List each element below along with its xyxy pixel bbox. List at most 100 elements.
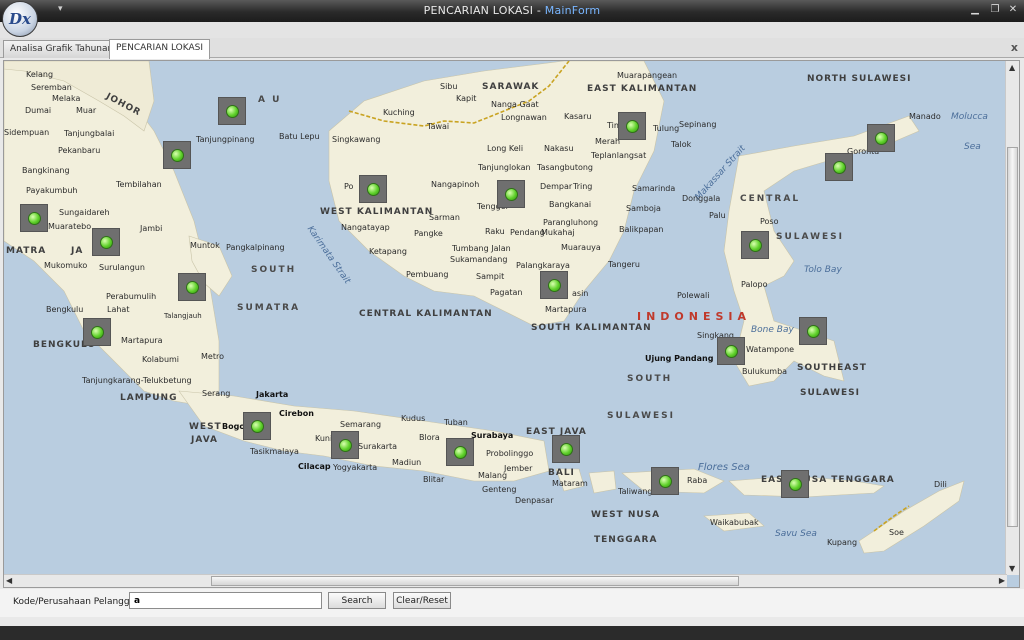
- map-label: TENGGARA: [594, 535, 658, 545]
- location-marker[interactable]: [243, 412, 271, 440]
- city-label: Long Keli: [487, 144, 524, 153]
- city-label: Tembilahan: [116, 180, 162, 189]
- scroll-left-icon[interactable]: ◀: [6, 576, 12, 585]
- location-marker[interactable]: [163, 141, 191, 169]
- location-marker[interactable]: [867, 124, 895, 152]
- city-label: Mukahaj: [541, 228, 575, 237]
- location-marker[interactable]: [717, 337, 745, 365]
- location-marker[interactable]: [618, 112, 646, 140]
- city-label: Nangapinoh: [431, 180, 480, 189]
- sea-label: Batu Lepu: [279, 132, 320, 141]
- map-land-layer: [4, 61, 965, 554]
- city-label: Melaka: [52, 94, 81, 103]
- city-label: Dempar: [540, 182, 573, 191]
- search-panel: Kode/Perusahaan Pelanggan Search Clear/R…: [0, 589, 1024, 617]
- city-label: Tawai: [427, 122, 450, 131]
- city-label: Palangkaraya: [516, 261, 570, 270]
- location-marker[interactable]: [178, 273, 206, 301]
- marker-dot-icon: [226, 105, 239, 118]
- location-marker[interactable]: [83, 318, 111, 346]
- tab-close-icon[interactable]: x: [1011, 41, 1018, 54]
- city-label: Raba: [687, 476, 708, 485]
- sea-label: Bone Bay: [751, 325, 794, 335]
- vertical-scrollbar[interactable]: ▲ ▼: [1005, 61, 1019, 575]
- map-label: CENTRAL KALIMANTAN: [359, 309, 493, 319]
- marker-dot-icon: [91, 326, 104, 339]
- sea-label: Savu Sea: [775, 529, 817, 539]
- search-button[interactable]: Search: [328, 592, 386, 609]
- marker-dot-icon: [28, 212, 41, 225]
- map-label: LAMPUNG: [120, 393, 178, 403]
- location-marker[interactable]: [446, 438, 474, 466]
- city-label: Jember: [504, 464, 533, 473]
- location-marker[interactable]: [781, 470, 809, 498]
- minimize-icon[interactable]: ▁: [968, 4, 982, 16]
- city-label: Kapit: [456, 94, 477, 103]
- city-label: Donggala: [682, 194, 721, 203]
- location-marker[interactable]: [799, 317, 827, 345]
- horizontal-scrollbar[interactable]: ◀ ▶: [4, 574, 1007, 587]
- city-label: Kolabumi: [142, 355, 180, 364]
- city-label: Sarman: [429, 213, 460, 222]
- city-label: Waikabubak: [710, 518, 759, 527]
- city-label: Po: [344, 182, 354, 191]
- location-marker[interactable]: [497, 180, 525, 208]
- location-marker[interactable]: [218, 97, 246, 125]
- city-label: Muarapangean: [617, 71, 678, 80]
- location-marker[interactable]: [540, 271, 568, 299]
- city-label: Bangkanai: [549, 200, 592, 209]
- city-label: Payakumbuh: [26, 186, 78, 195]
- clear-reset-button[interactable]: Clear/Reset: [393, 592, 451, 609]
- horizontal-scroll-thumb[interactable]: [211, 576, 739, 586]
- city-label: Kuching: [383, 108, 415, 117]
- map-label: EAST KALIMANTAN: [587, 84, 698, 94]
- city-label: Seremban: [31, 83, 72, 92]
- location-marker[interactable]: [825, 153, 853, 181]
- location-marker[interactable]: [741, 231, 769, 259]
- map-label: JAVA: [191, 435, 219, 445]
- location-marker[interactable]: [359, 175, 387, 203]
- location-marker[interactable]: [331, 431, 359, 459]
- tab-pencarian-lokasi[interactable]: PENCARIAN LOKASI: [109, 39, 210, 59]
- city-label: Cilacap: [298, 462, 331, 471]
- close-icon[interactable]: ✕: [1006, 4, 1020, 16]
- map-label: MATRA: [6, 246, 47, 256]
- scroll-down-icon[interactable]: ▼: [1009, 564, 1015, 573]
- marker-dot-icon: [875, 132, 888, 145]
- map-label: SARAWAK: [482, 82, 540, 92]
- marker-dot-icon: [833, 161, 846, 174]
- map-label: SULAWESI: [800, 388, 860, 398]
- city-label: Muaratebo: [48, 222, 92, 231]
- map-label: INDONESIA: [637, 310, 752, 323]
- city-label: Pagatan: [490, 288, 523, 297]
- city-label: Surakarta: [358, 442, 398, 451]
- location-marker[interactable]: [92, 228, 120, 256]
- city-label: Muntok: [190, 241, 220, 250]
- scroll-up-icon[interactable]: ▲: [1009, 63, 1015, 72]
- city-label: Kupang: [827, 538, 858, 547]
- city-label: Malang: [478, 471, 508, 480]
- marker-dot-icon: [626, 120, 639, 133]
- location-marker[interactable]: [552, 435, 580, 463]
- maximize-icon[interactable]: ❐: [988, 4, 1002, 16]
- marker-dot-icon: [725, 345, 738, 358]
- tab-analisa-grafik[interactable]: Analisa Grafik Tahunan: [3, 40, 121, 58]
- marker-dot-icon: [789, 478, 802, 491]
- scroll-right-icon[interactable]: ▶: [999, 576, 1005, 585]
- app-menu-button[interactable]: Dx: [2, 1, 38, 37]
- location-marker[interactable]: [651, 467, 679, 495]
- vertical-scroll-thumb[interactable]: [1007, 147, 1018, 527]
- marker-dot-icon: [339, 439, 352, 452]
- city-label: Tanjunglokan: [478, 163, 531, 172]
- location-marker[interactable]: [20, 204, 48, 232]
- city-label: Nanga Gaat: [491, 100, 539, 109]
- city-label: Parangluhong: [543, 218, 599, 227]
- city-label: Sukamandang: [450, 255, 508, 264]
- map-label: CENTRAL: [740, 194, 801, 204]
- map-view[interactable]: NORTH SULAWESI SARAWAK EAST KALIMANTAN W…: [3, 60, 1020, 588]
- city-label: Denpasar: [515, 496, 554, 505]
- sea-label: Sea: [964, 142, 981, 152]
- kode-search-input[interactable]: [129, 592, 322, 609]
- city-label: Tasikmalaya: [250, 447, 299, 456]
- marker-dot-icon: [807, 325, 820, 338]
